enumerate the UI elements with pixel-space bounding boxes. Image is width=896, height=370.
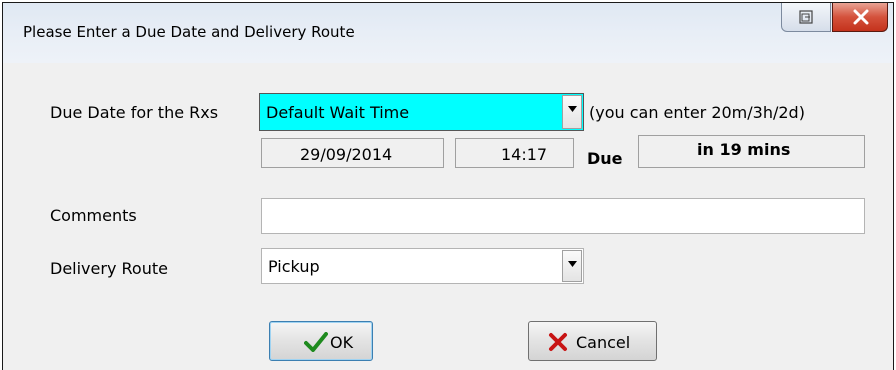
chevron-down-icon (568, 261, 577, 267)
delivery-route-value: Pickup (268, 257, 320, 276)
title-bar: Please Enter a Due Date and Delivery Rou… (3, 3, 893, 63)
due-date-combo[interactable]: Default Wait Time (259, 93, 584, 131)
due-date-dropdown-button[interactable] (562, 95, 582, 129)
due-date-value: 29/09/2014 (300, 145, 393, 164)
close-button[interactable] (832, 3, 888, 32)
due-time-field: 14:17 (455, 138, 574, 168)
dialog-body: Due Date for the Rxs Default Wait Time (… (3, 63, 893, 370)
due-date-combo-value: Default Wait Time (266, 103, 410, 122)
cross-icon (549, 333, 567, 351)
delivery-route-combo[interactable]: Pickup (261, 248, 584, 284)
delivery-route-dropdown-button[interactable] (562, 250, 582, 282)
ok-button[interactable]: OK (269, 321, 373, 361)
ok-button-label: OK (330, 333, 354, 352)
due-time-value: 14:17 (501, 145, 548, 164)
chevron-down-icon (568, 106, 577, 112)
due-date-hint: (you can enter 20m/3h/2d) (589, 103, 805, 122)
checkmark-icon (304, 332, 328, 352)
window-title: Please Enter a Due Date and Delivery Rou… (23, 23, 355, 41)
cancel-button[interactable]: Cancel (528, 321, 657, 361)
comments-input[interactable] (261, 198, 865, 234)
close-icon (853, 9, 869, 25)
due-date-label: Due Date for the Rxs (50, 103, 219, 122)
dialog-window: Please Enter a Due Date and Delivery Rou… (2, 2, 894, 370)
cancel-button-label: Cancel (576, 333, 631, 352)
delivery-route-label: Delivery Route (50, 259, 168, 278)
due-status-field: in 19 mins (638, 135, 865, 168)
restore-icon (799, 10, 813, 24)
due-status-value: in 19 mins (697, 140, 791, 159)
due-date-field: 29/09/2014 (261, 138, 444, 168)
due-label: Due (587, 149, 623, 168)
comments-label: Comments (50, 206, 137, 225)
restore-button[interactable] (781, 3, 831, 32)
